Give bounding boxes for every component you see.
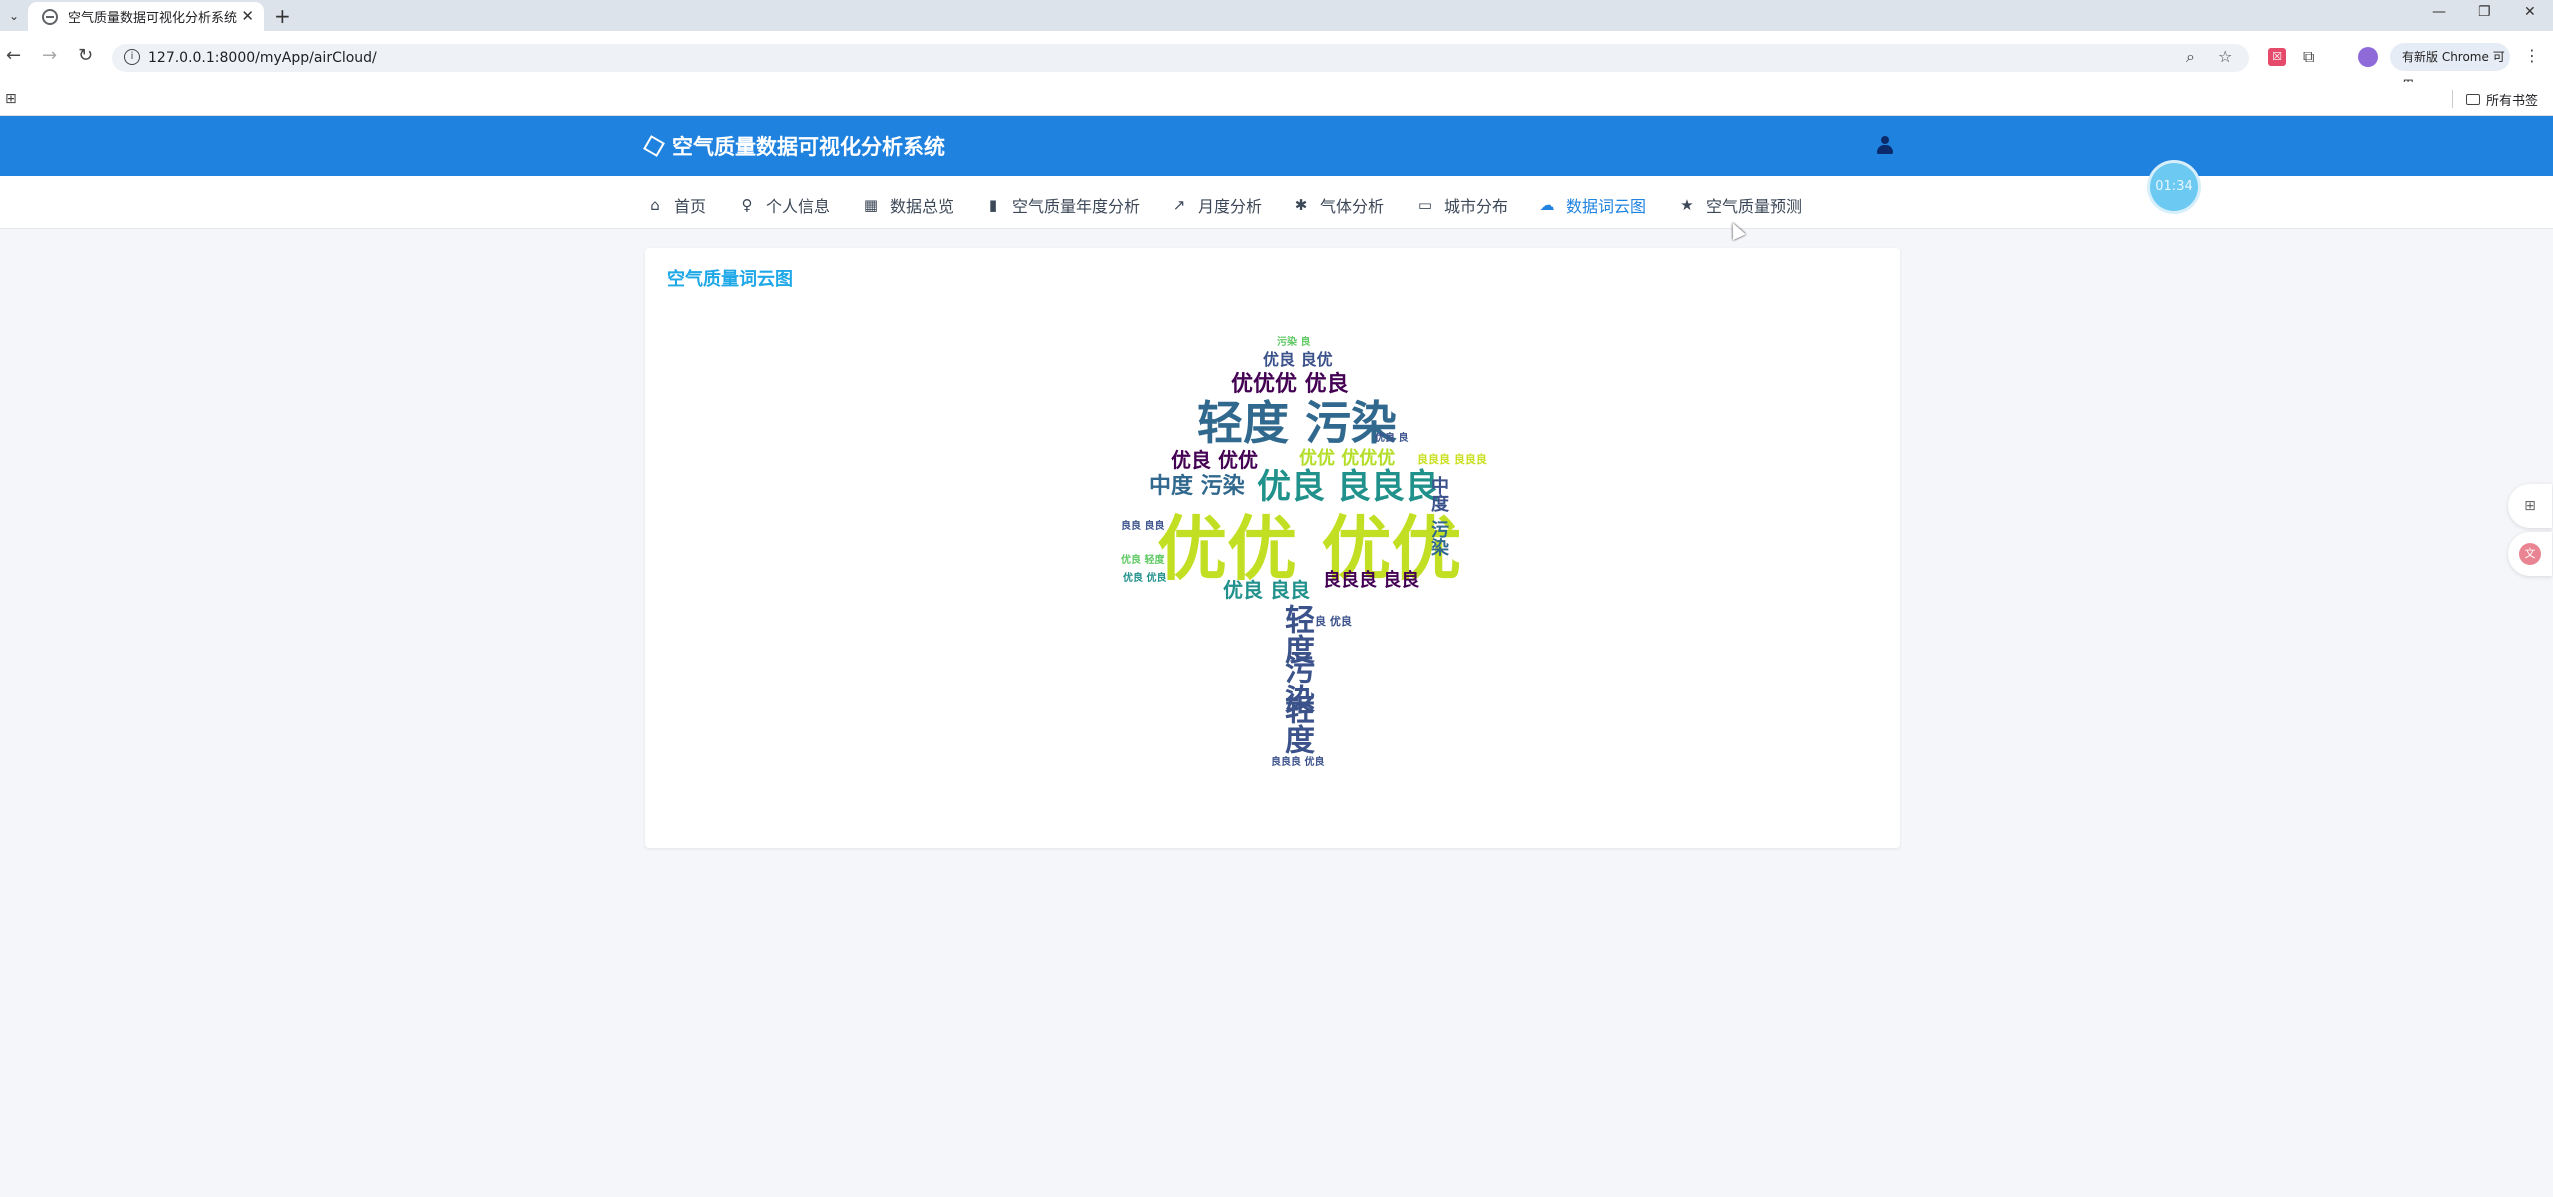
word: 优良 良良良: [1257, 467, 1439, 507]
reload-icon[interactable]: ↻: [78, 45, 93, 66]
new-tab-plus-icon[interactable]: +: [274, 4, 291, 28]
word: 优良 优良: [1123, 573, 1167, 584]
nav-monthly-analysis[interactable]: ↗ 月度分析: [1170, 193, 1262, 217]
zoom-icon[interactable]: ⌕: [2186, 47, 2195, 67]
address-bar[interactable]: i 127.0.0.1:8000/myApp/airCloud/: [112, 44, 2249, 72]
person-icon: ♀: [741, 196, 753, 214]
timer-bubble[interactable]: 01:34: [2150, 163, 2198, 211]
extension-icon[interactable]: ☒: [2268, 48, 2286, 66]
all-bookmarks-button[interactable]: 所有书签: [2466, 90, 2538, 109]
close-tab-icon[interactable]: ✕: [241, 7, 254, 25]
word: 良 优良: [1315, 615, 1352, 628]
word: 优优优 优良: [1231, 372, 1349, 397]
line-chart-icon: ↗: [1172, 196, 1186, 214]
word: 优良 良良: [1223, 578, 1310, 602]
bookmarks-divider: [2452, 90, 2453, 108]
word: 污染: [1428, 520, 1449, 556]
word: 优良 良: [1375, 433, 1409, 444]
nav-yearly-analysis[interactable]: ▮ 空气质量年度分析: [984, 193, 1140, 217]
cloud-icon: ☁: [1539, 196, 1555, 214]
nav-word-cloud[interactable]: ☁ 数据词云图: [1538, 193, 1647, 217]
word: 优良 良优: [1263, 350, 1333, 369]
word-cloud: 污染 良 优良 良优 优优优 优良 轻度 污染 优良 良 优良 优优 优优 优优…: [1045, 334, 1505, 774]
translate-icon: 文: [2519, 543, 2541, 565]
bookmark-star-icon[interactable]: ☆: [2218, 47, 2232, 66]
nav-home[interactable]: ⌂ 首页: [646, 193, 706, 217]
browser-tab-active[interactable]: 空气质量数据可视化分析系统 ✕: [28, 2, 264, 31]
browser-tab-strip: ⌄ 空气质量数据可视化分析系统 ✕ + — ❐ ✕: [0, 0, 2553, 31]
app-title: 空气质量数据可视化分析系统: [672, 135, 945, 159]
word-cloud-card: 空气质量词云图 污染 良 优良 良优 优优优 优良 轻度 污染 优良 良 优良 …: [645, 248, 1900, 848]
puzzle-extensions-icon[interactable]: ⧉: [2303, 47, 2314, 67]
nav-forecast[interactable]: ★ 空气质量预测: [1678, 193, 1802, 217]
nav-profile[interactable]: ♀ 个人信息: [738, 193, 831, 217]
site-info-icon[interactable]: i: [124, 49, 140, 65]
word: 轻度 污染: [1197, 396, 1398, 450]
back-arrow-icon[interactable]: ←: [6, 45, 21, 66]
sidebar-tool-apps[interactable]: ⊞: [2508, 484, 2552, 528]
word: 污染 良: [1277, 337, 1311, 348]
restore-icon[interactable]: ❐: [2478, 4, 2491, 20]
nav-data-overview[interactable]: ▦ 数据总览: [862, 193, 954, 217]
table-icon: ▦: [863, 196, 879, 214]
word: 轻度: [1279, 694, 1314, 754]
all-bookmarks-label: 所有书签: [2486, 94, 2539, 109]
tab-search-chevron-icon[interactable]: ⌄: [4, 6, 24, 26]
more-menu-icon[interactable]: ⋮: [2524, 46, 2540, 65]
word: 优优 优优优: [1299, 448, 1396, 469]
nav-gas-analysis[interactable]: ✱ 气体分析: [1292, 193, 1384, 217]
word: 良良良 良良: [1323, 570, 1420, 591]
card-title: 空气质量词云图: [667, 269, 793, 290]
word: 中度: [1428, 476, 1449, 512]
tab-title: 空气质量数据可视化分析系统: [68, 11, 238, 26]
sidebar-tool-translate[interactable]: 文: [2508, 532, 2552, 576]
map-icon: ▭: [1417, 196, 1433, 214]
star-icon: ★: [1680, 196, 1694, 214]
user-icon[interactable]: [1876, 136, 1894, 156]
forward-arrow-icon[interactable]: →: [42, 45, 57, 66]
cube-icon: [643, 135, 665, 157]
nav-city-distribution[interactable]: ▭ 城市分布: [1416, 193, 1508, 217]
minimize-icon[interactable]: —: [2432, 4, 2446, 20]
bar-chart-icon: ▮: [988, 196, 998, 214]
word: 优良 轻度: [1121, 555, 1165, 566]
globe-icon: [42, 8, 58, 25]
word: 良良 良良: [1121, 521, 1165, 532]
home-icon: ⌂: [650, 196, 660, 214]
ac-icon: ✱: [1294, 196, 1308, 214]
app-brand[interactable]: 空气质量数据可视化分析系统: [643, 131, 945, 161]
word: 良良良 优良: [1271, 757, 1325, 768]
bookmarks-bar: ⊞ 所有书签: [0, 82, 2553, 116]
chrome-update-button[interactable]: 有新版 Chrome 可用: [2390, 43, 2510, 92]
close-window-icon[interactable]: ✕: [2524, 4, 2536, 20]
word: 优良 优优: [1171, 448, 1258, 472]
apps-grid-icon[interactable]: ⊞: [5, 91, 17, 107]
word: 中度 污染: [1149, 474, 1245, 499]
profile-avatar[interactable]: [2358, 47, 2378, 67]
url-text: 127.0.0.1:8000/myApp/airCloud/: [148, 50, 377, 66]
word: 良良良 良良良: [1417, 453, 1487, 466]
folder-icon: [2466, 94, 2480, 105]
grid-plus-icon: ⊞: [2524, 498, 2536, 514]
